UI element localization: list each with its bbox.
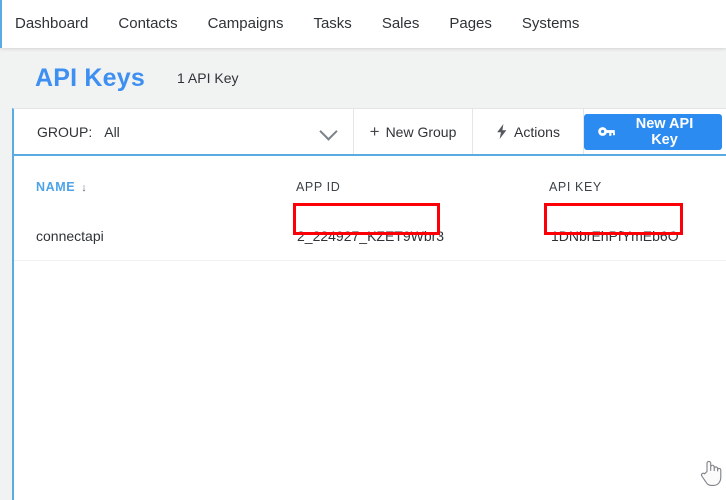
page-header: API Keys 1 API Key — [0, 48, 726, 108]
api-keys-page: Dashboard Contacts Campaigns Tasks Sales… — [0, 0, 726, 500]
new-api-key-button[interactable]: New API Key — [584, 113, 722, 150]
cell-app-id[interactable]: 2_224927_KZET9Wbr3 — [297, 228, 444, 244]
toolbar: GROUP: All + New Group Actions New API K… — [12, 108, 726, 154]
plus-icon: + — [369, 122, 380, 141]
top-navigation-bar: Dashboard Contacts Campaigns Tasks Sales… — [0, 0, 726, 48]
nav-item-sales[interactable]: Sales — [382, 0, 420, 48]
chevron-down-icon — [319, 121, 338, 141]
nav-item-campaigns[interactable]: Campaigns — [208, 0, 284, 48]
group-filter-dropdown[interactable]: GROUP: All — [14, 109, 354, 154]
table-header-row: NAME ↓ APP ID API KEY — [14, 156, 726, 194]
nav-item-systems[interactable]: Systems — [522, 0, 580, 48]
primary-action-area: New API Key — [584, 109, 726, 154]
new-group-label: New Group — [385, 123, 457, 140]
new-group-button[interactable]: + New Group — [354, 109, 473, 154]
nav-item-dashboard[interactable]: Dashboard — [15, 0, 88, 48]
column-header-name[interactable]: NAME ↓ — [36, 180, 87, 194]
record-count-label: 1 API Key — [177, 70, 239, 86]
pointing-hand-cursor — [700, 459, 722, 487]
cell-name[interactable]: connectapi — [36, 228, 104, 244]
column-header-api-key[interactable]: API KEY — [549, 180, 602, 194]
column-header-name-label: NAME — [36, 180, 76, 194]
page-title: API Keys — [35, 63, 145, 92]
cell-api-key[interactable]: 1DNbrEhPfYmEb6O — [551, 228, 679, 244]
actions-button[interactable]: Actions — [473, 109, 584, 154]
nav-item-contacts[interactable]: Contacts — [118, 0, 177, 48]
nav-item-pages[interactable]: Pages — [449, 0, 492, 48]
actions-label: Actions — [514, 123, 560, 140]
group-filter-value: All — [104, 123, 120, 140]
arrow-down-icon: ↓ — [81, 182, 88, 194]
group-filter-label: GROUP: — [37, 123, 93, 140]
lightning-bolt-icon — [496, 124, 508, 139]
api-keys-table: NAME ↓ APP ID API KEY connectapi 2_224927… — [12, 154, 726, 500]
table-row[interactable]: connectapi 2_224927_KZET9Wbr3 1DNbrEhPfY… — [14, 220, 726, 261]
column-header-app-id[interactable]: APP ID — [296, 180, 340, 194]
key-icon — [598, 125, 615, 138]
nav-item-tasks[interactable]: Tasks — [313, 0, 351, 48]
new-api-key-label: New API Key — [635, 115, 694, 148]
